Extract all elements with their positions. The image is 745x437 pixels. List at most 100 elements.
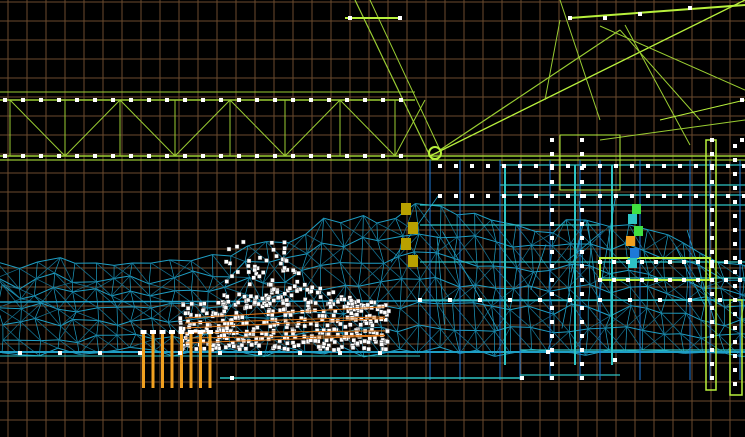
vertex-handle-icon[interactable]: [733, 354, 737, 358]
vertex-handle-icon[interactable]: [733, 158, 737, 162]
vertex-handle-icon[interactable]: [296, 271, 301, 276]
vertex-handle-icon[interactable]: [282, 291, 287, 296]
selected-column[interactable]: [199, 332, 202, 388]
vertex-handle-icon[interactable]: [282, 240, 287, 245]
vertex-handle-icon[interactable]: [688, 298, 692, 302]
waypoint-marker-icon[interactable]: [401, 203, 411, 215]
vertex-handle-icon[interactable]: [332, 339, 337, 345]
vertex-handle-icon[interactable]: [374, 318, 379, 324]
vertex-handle-icon[interactable]: [257, 255, 263, 261]
vertex-handle-icon[interactable]: [266, 296, 271, 301]
vertex-handle-icon[interactable]: [309, 289, 314, 294]
vertex-handle-icon[interactable]: [694, 164, 698, 168]
vertex-handle-icon[interactable]: [534, 164, 538, 168]
vertex-handle-icon[interactable]: [273, 98, 277, 102]
vertex-handle-icon[interactable]: [282, 346, 287, 351]
vertex-handle-icon[interactable]: [224, 294, 230, 299]
vertex-handle-icon[interactable]: [738, 260, 742, 264]
vertex-handle-icon[interactable]: [75, 154, 79, 158]
vertex-handle-icon[interactable]: [386, 308, 391, 314]
vertex-handle-icon[interactable]: [201, 154, 205, 158]
vertex-handle-icon[interactable]: [580, 138, 584, 142]
light-source-icon[interactable]: [634, 226, 643, 236]
vertex-handle-icon[interactable]: [263, 331, 269, 337]
vertex-handle-icon[interactable]: [276, 345, 282, 350]
selected-column[interactable]: [161, 332, 164, 388]
vertex-handle-icon[interactable]: [580, 152, 584, 156]
vertex-handle-icon[interactable]: [710, 306, 714, 310]
vertex-handle-icon[interactable]: [178, 330, 185, 334]
vertex-handle-icon[interactable]: [235, 269, 241, 275]
waypoint-marker-icon[interactable]: [401, 238, 411, 250]
vertex-handle-icon[interactable]: [603, 16, 607, 20]
vertex-handle-icon[interactable]: [696, 278, 700, 282]
vertex-handle-icon[interactable]: [284, 302, 290, 307]
vertex-handle-icon[interactable]: [239, 315, 245, 320]
vertex-handle-icon[interactable]: [305, 287, 310, 292]
vertex-handle-icon[interactable]: [343, 324, 348, 330]
vertex-handle-icon[interactable]: [93, 154, 97, 158]
vertex-handle-icon[interactable]: [348, 298, 354, 303]
vertex-handle-icon[interactable]: [239, 342, 245, 348]
vertex-handle-icon[interactable]: [580, 376, 584, 380]
vertex-handle-icon[interactable]: [486, 194, 490, 198]
vertex-handle-icon[interactable]: [324, 338, 329, 343]
vertex-handle-icon[interactable]: [264, 303, 269, 308]
vertex-handle-icon[interactable]: [252, 300, 258, 305]
vertex-handle-icon[interactable]: [200, 308, 206, 313]
vertex-handle-icon[interactable]: [363, 98, 367, 102]
vertex-handle-icon[interactable]: [271, 298, 276, 303]
selected-column[interactable]: [189, 332, 193, 388]
vertex-handle-icon[interactable]: [502, 194, 506, 198]
vertex-handle-icon[interactable]: [314, 323, 319, 328]
vertex-handle-icon[interactable]: [306, 300, 311, 305]
vertex-handle-icon[interactable]: [365, 302, 370, 308]
vertex-handle-icon[interactable]: [646, 194, 650, 198]
vertex-handle-icon[interactable]: [178, 326, 183, 331]
vertex-handle-icon[interactable]: [285, 321, 290, 327]
light-source-icon[interactable]: [628, 214, 637, 224]
vertex-handle-icon[interactable]: [256, 343, 262, 348]
vertex-handle-icon[interactable]: [733, 186, 737, 190]
vertex-handle-icon[interactable]: [183, 311, 188, 316]
vertex-handle-icon[interactable]: [566, 164, 570, 168]
vertex-handle-icon[interactable]: [362, 338, 367, 344]
vertex-handle-icon[interactable]: [338, 351, 342, 355]
vertex-handle-icon[interactable]: [688, 6, 692, 10]
vertex-handle-icon[interactable]: [710, 376, 714, 380]
vertex-handle-icon[interactable]: [269, 240, 275, 246]
vertex-handle-icon[interactable]: [550, 222, 554, 226]
vertex-handle-icon[interactable]: [550, 208, 554, 212]
vertex-handle-icon[interactable]: [331, 347, 337, 353]
vertex-handle-icon[interactable]: [197, 330, 204, 334]
vertex-handle-icon[interactable]: [640, 260, 644, 264]
selected-column[interactable]: [151, 332, 155, 388]
vertex-handle-icon[interactable]: [273, 154, 277, 158]
wireframe-scene[interactable]: [0, 0, 745, 437]
vertex-handle-icon[interactable]: [204, 311, 210, 316]
vertex-handle-icon[interactable]: [309, 98, 313, 102]
vertex-handle-icon[interactable]: [213, 311, 218, 316]
vertex-handle-icon[interactable]: [710, 208, 714, 212]
vertex-handle-icon[interactable]: [237, 154, 241, 158]
vertex-handle-icon[interactable]: [366, 339, 371, 345]
vertex-handle-icon[interactable]: [58, 351, 62, 355]
vertex-handle-icon[interactable]: [285, 341, 290, 346]
vertex-handle-icon[interactable]: [57, 154, 61, 158]
vertex-handle-icon[interactable]: [518, 194, 522, 198]
vertex-handle-icon[interactable]: [582, 194, 586, 198]
vertex-handle-icon[interactable]: [165, 154, 169, 158]
vertex-handle-icon[interactable]: [3, 98, 7, 102]
vertex-handle-icon[interactable]: [383, 347, 389, 352]
vertex-handle-icon[interactable]: [281, 307, 286, 312]
vertex-handle-icon[interactable]: [710, 260, 714, 264]
waypoint-marker-icon[interactable]: [408, 255, 418, 267]
vertex-handle-icon[interactable]: [612, 278, 616, 282]
vertex-handle-icon[interactable]: [246, 263, 251, 269]
vertex-handle-icon[interactable]: [301, 340, 306, 345]
vertex-handle-icon[interactable]: [580, 306, 584, 310]
vertex-handle-icon[interactable]: [733, 382, 737, 386]
vertex-handle-icon[interactable]: [243, 346, 249, 351]
waypoint-marker-icon[interactable]: [408, 222, 418, 234]
vertex-handle-icon[interactable]: [710, 236, 714, 240]
